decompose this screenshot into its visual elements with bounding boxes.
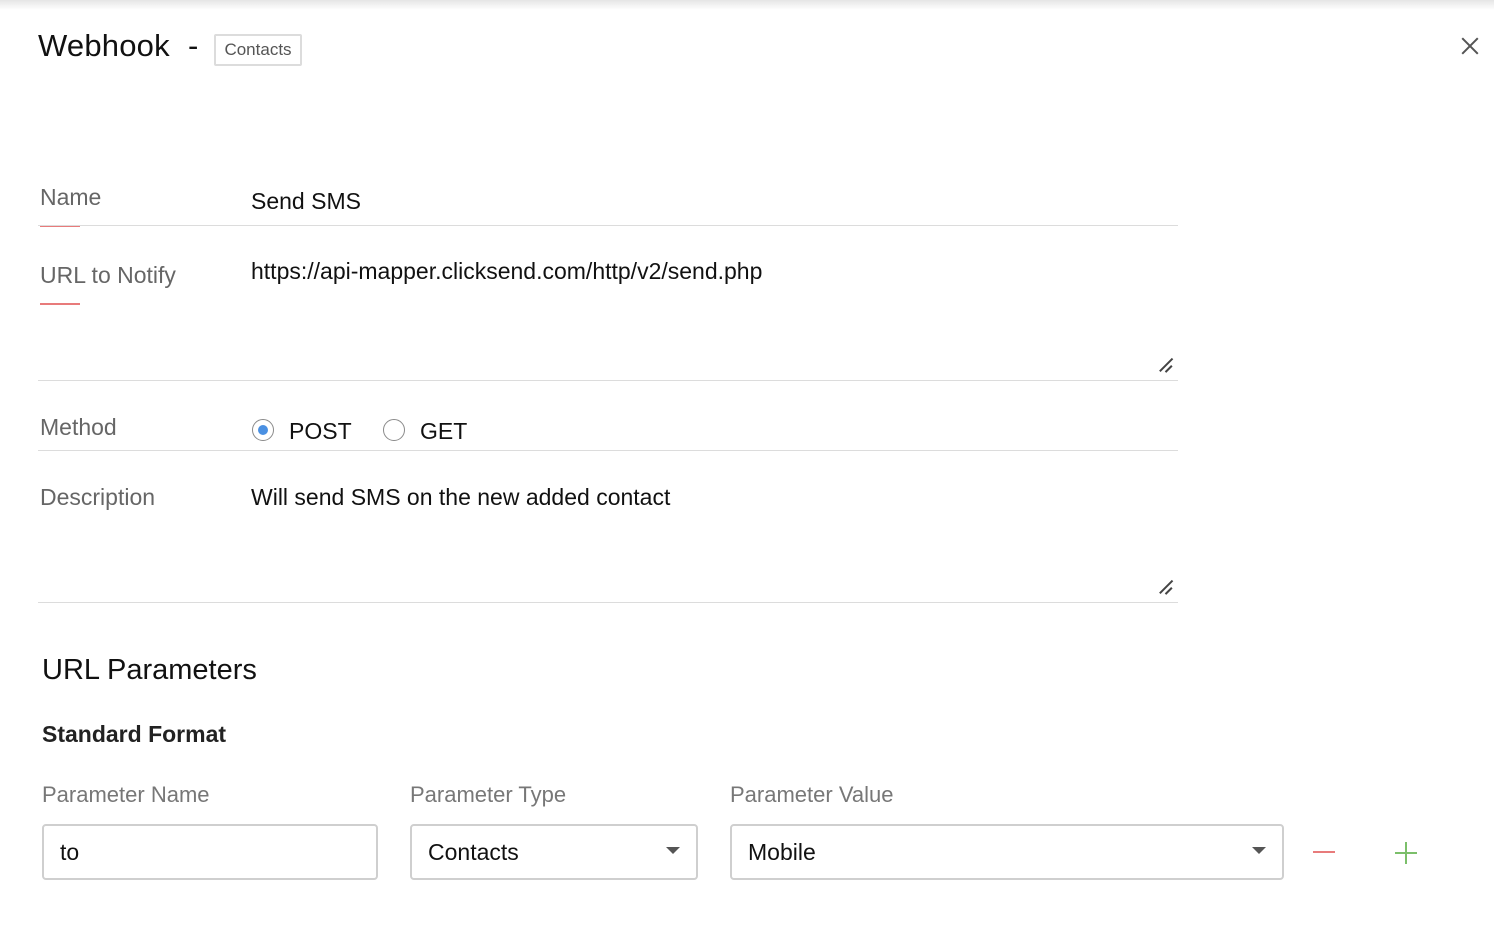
method-label: Method — [40, 414, 117, 440]
parameter-name-input[interactable]: to — [42, 824, 378, 880]
divider — [38, 602, 1178, 603]
minus-icon[interactable] — [1313, 851, 1335, 853]
parameter-type-select[interactable]: Contacts — [410, 824, 698, 880]
resize-handle-icon[interactable] — [1158, 578, 1174, 594]
divider — [38, 450, 1178, 451]
url-field[interactable]: https://api-mapper.clicksend.com/http/v2… — [251, 258, 762, 285]
parameter-name-header: Parameter Name — [42, 782, 210, 807]
divider — [38, 225, 1178, 226]
top-shadow — [0, 0, 1494, 10]
resize-handle-icon[interactable] — [1158, 356, 1174, 372]
name-label: Name — [40, 184, 102, 210]
divider — [38, 380, 1178, 381]
chevron-down-icon[interactable] — [666, 847, 680, 854]
name-field[interactable]: Send SMS — [251, 188, 361, 215]
title-separator: - — [188, 28, 199, 63]
page-title: Webhook — [38, 28, 170, 63]
parameter-value-header: Parameter Value — [730, 782, 894, 807]
post-radio[interactable] — [252, 419, 274, 441]
url-label: URL to Notify — [40, 262, 176, 288]
close-icon[interactable] — [1458, 34, 1482, 58]
post-radio-label[interactable]: POST — [289, 418, 352, 445]
standard-format-heading: Standard Format — [42, 721, 227, 747]
parameter-type-header: Parameter Type — [410, 782, 567, 807]
plus-icon[interactable] — [1395, 842, 1417, 864]
url-parameters-heading: URL Parameters — [42, 654, 257, 686]
description-label: Description — [40, 484, 156, 510]
description-field[interactable]: Will send SMS on the new added contact — [251, 484, 670, 511]
parameter-value-select[interactable]: Mobile — [730, 824, 1284, 880]
module-badge: Contacts — [214, 34, 302, 66]
get-radio[interactable] — [383, 419, 405, 441]
required-marker — [40, 303, 80, 305]
webhook-dialog: Webhook - Contacts Name Send SMS URL to … — [0, 0, 1494, 930]
get-radio-label[interactable]: GET — [420, 418, 467, 445]
chevron-down-icon[interactable] — [1252, 847, 1266, 854]
